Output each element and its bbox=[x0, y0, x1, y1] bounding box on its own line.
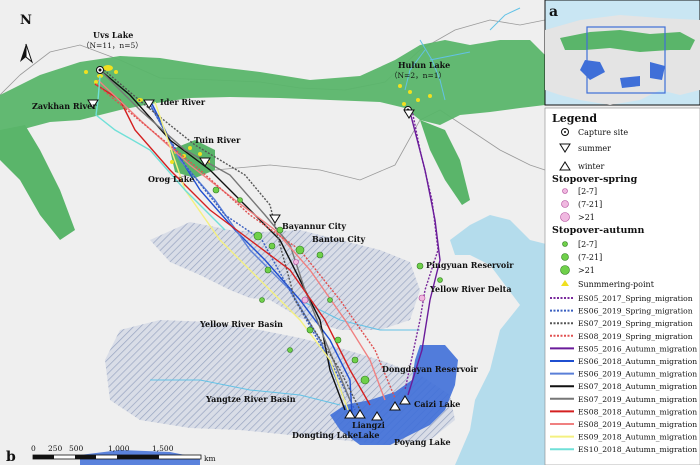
legend-winter: winter bbox=[578, 162, 605, 171]
label-yangtze-river-basin: Yangtze River Basin bbox=[205, 394, 296, 404]
migration-map: Uvs Lake （N=11，n=5） Hulun Lake （N=2，n=1）… bbox=[0, 0, 700, 465]
label-liangzi-lake-1: Liangzi bbox=[352, 420, 385, 430]
scale-tick-1000: 1,000 bbox=[108, 444, 130, 453]
label-zavkhan-river: Zavkhan River bbox=[32, 101, 97, 111]
label-hulun-lake: Hulun Lake bbox=[398, 60, 450, 70]
panel-a-label: a bbox=[549, 4, 558, 20]
legend-summering: Sunmmering-point bbox=[578, 280, 655, 289]
label-yellow-river-basin: Yellow River Basin bbox=[199, 319, 283, 329]
scale-tick-0: 0 bbox=[31, 444, 36, 453]
scale-tick-500: 500 bbox=[69, 444, 84, 453]
label-pingyuan-reservoir: Pingyuan Reservoir bbox=[426, 260, 514, 270]
label-bantou-city: Bantou City bbox=[312, 234, 365, 244]
legend-spring-3: >21 bbox=[578, 213, 595, 222]
legend: Legend Capture site summer winter Stopov… bbox=[544, 107, 700, 465]
legend-route-label: ES08_2019_Autumn_migration bbox=[578, 420, 697, 429]
scale-tick-1500: 1,500 bbox=[152, 444, 174, 453]
legend-autumn-1: [2-7] bbox=[578, 240, 597, 249]
legend-route-label: ES05_2017_Spring_migration bbox=[578, 294, 693, 303]
scale-unit: km bbox=[204, 454, 216, 463]
legend-autumn-2: (7-21] bbox=[578, 253, 602, 262]
legend-spring-heading: Stopover-spring bbox=[552, 174, 638, 185]
legend-route-label: ES05_2016_Autumn_migration bbox=[578, 344, 697, 353]
legend-route-label: ES06_2018_Autumn_migration bbox=[578, 357, 697, 366]
label-ider-river: Ider River bbox=[160, 97, 206, 107]
legend-route-label: ES07_2019_Autumn_migration bbox=[578, 395, 697, 404]
legend-autumn-heading: Stopover-autumn bbox=[552, 225, 644, 236]
legend-route-label: ES06_2019_Spring_migration bbox=[578, 307, 693, 316]
legend-spring-2: (7-21] bbox=[578, 200, 602, 209]
legend-summer: summer bbox=[578, 144, 611, 153]
legend-route-label: ES10_2018_Autumn_migration bbox=[578, 445, 697, 454]
legend-capture: Capture site bbox=[578, 128, 628, 137]
legend-spring-1: [2-7] bbox=[578, 187, 597, 196]
label-dongdayan-reservoir: Dongdayan Reservoir bbox=[382, 364, 478, 374]
scale-tick-250: 250 bbox=[48, 444, 63, 453]
legend-route-label: ES09_2018_Autumn_migration bbox=[578, 433, 697, 442]
legend-route-label: ES07_2019_Spring_migration bbox=[578, 319, 693, 328]
legend-route-label: ES08_2019_Spring_migration bbox=[578, 332, 693, 341]
label-uvs-lake: Uvs Lake bbox=[93, 30, 133, 40]
label-bayannur-city: Bayannur City bbox=[282, 221, 346, 231]
panel-b-label: b bbox=[6, 449, 16, 465]
label-caizi-lake: Caizi Lake bbox=[414, 399, 460, 409]
legend-route-label: ES06_2019_Autumn_migration bbox=[578, 370, 697, 379]
label-tuin-river: Tuin River bbox=[194, 135, 241, 145]
label-uvs-count: （N=11，n=5） bbox=[82, 41, 143, 50]
inset-map: a bbox=[544, 0, 700, 106]
label-orog-lake: Orog Lake bbox=[148, 174, 194, 184]
label-poyang-lake: Poyang Lake bbox=[394, 437, 451, 447]
label-hulun-count: （N=2，n=1） bbox=[390, 71, 446, 80]
north-label: N bbox=[20, 13, 32, 28]
legend-autumn-3: >21 bbox=[578, 266, 595, 275]
legend-route-label: ES08_2018_Autumn_migration bbox=[578, 407, 697, 416]
label-yellow-river-delta: Yellow River Delta bbox=[429, 284, 512, 294]
label-liangzi-lake-2: Lake bbox=[358, 430, 379, 440]
label-dongting-lake: Dongting Lake bbox=[292, 430, 358, 440]
legend-route-label: ES07_2018_Autumn_migration bbox=[578, 382, 697, 391]
legend-title: Legend bbox=[552, 112, 597, 125]
